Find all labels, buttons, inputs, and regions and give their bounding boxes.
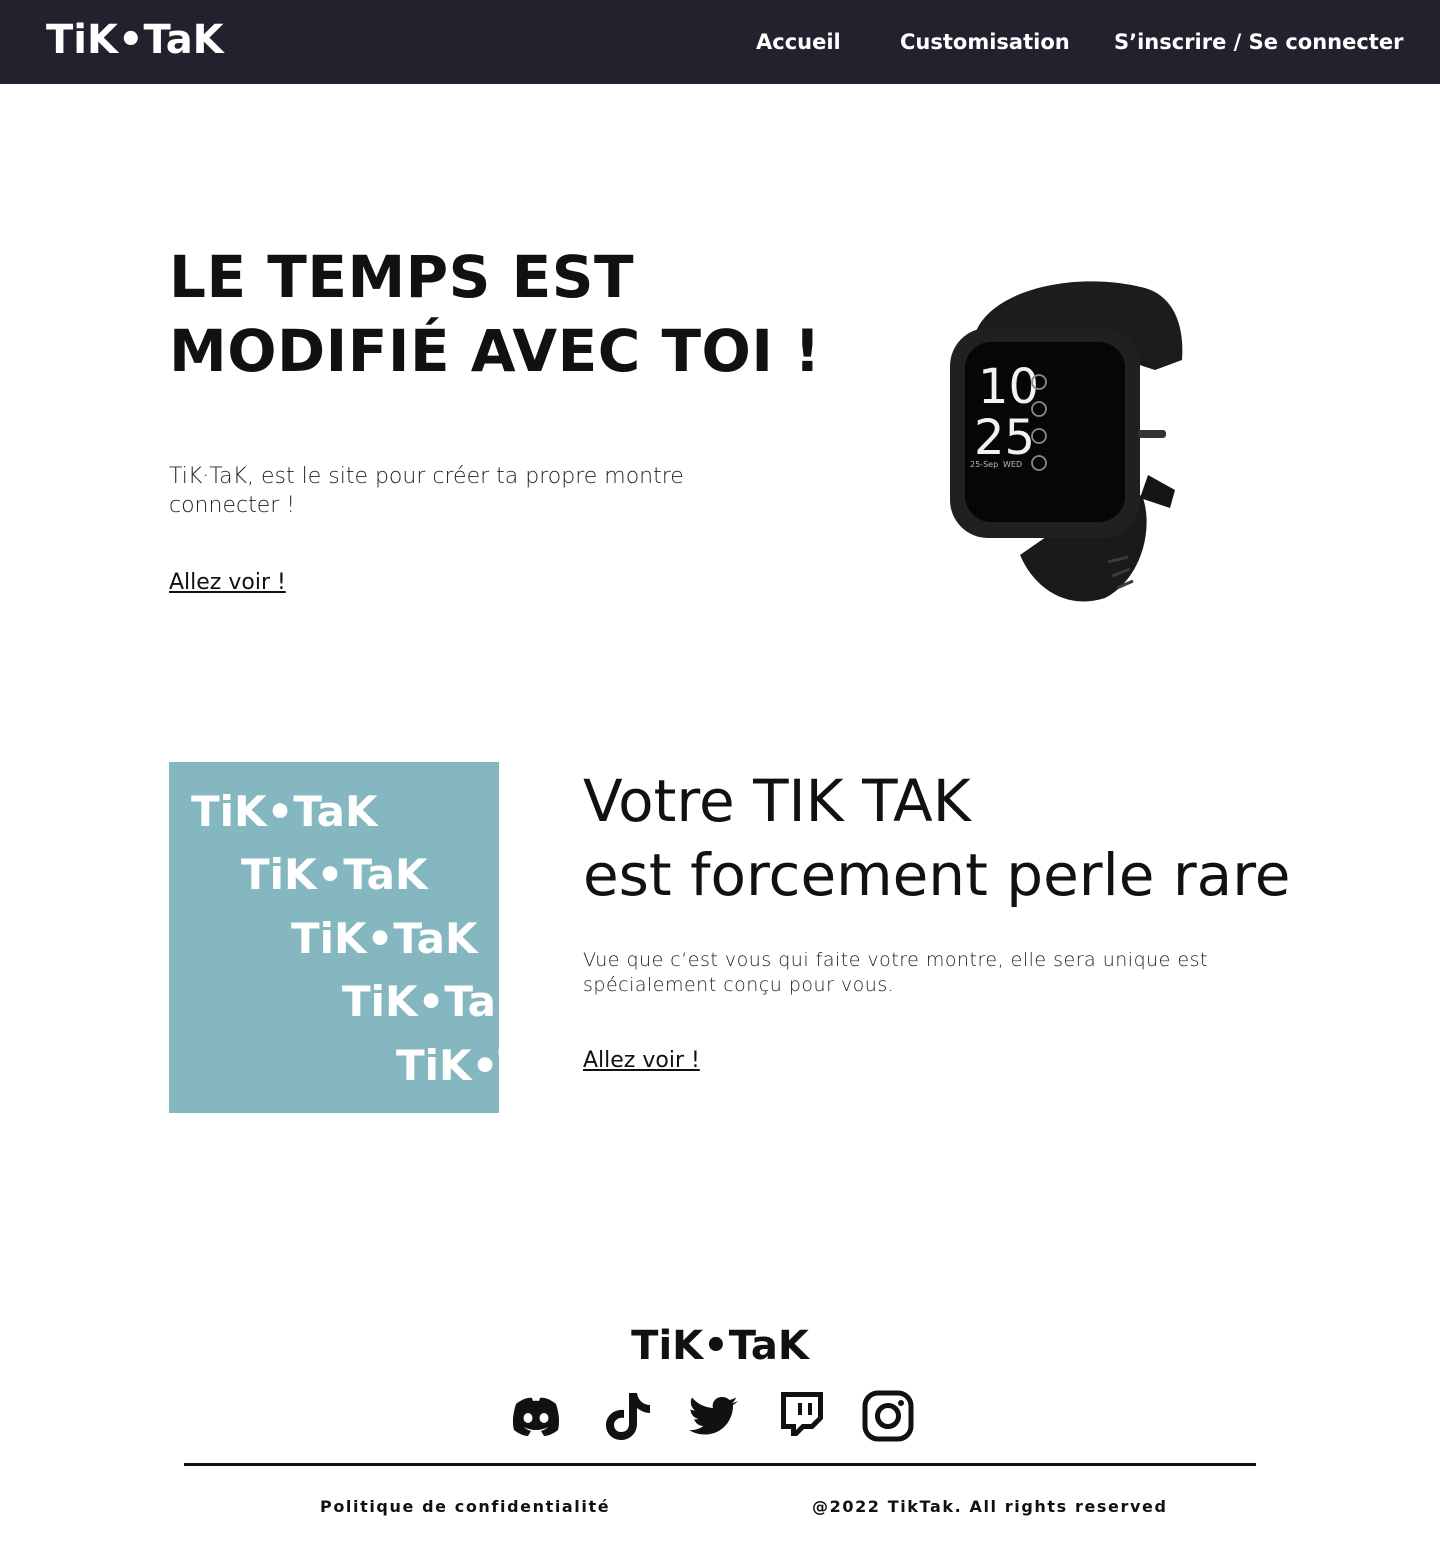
copyright-text: @2022 TikTak. All rights reserved (812, 1497, 1168, 1516)
nav-link-account[interactable]: S’inscrire / Se connecter (1114, 28, 1403, 56)
watch-date: 25-Sep (970, 460, 998, 469)
discord-icon[interactable] (508, 1388, 564, 1444)
section-description: Vue que c’est vous qui faite votre montr… (583, 949, 1208, 996)
pattern-word: TiK•TaK (291, 914, 478, 963)
social-links (508, 1388, 928, 1444)
site-logo[interactable]: TiK•TaK (46, 14, 224, 66)
hero-title: LE TEMPS EST MODIFIÉ AVEC TOI ! (169, 243, 822, 385)
pattern-word: TiK•TaK (241, 850, 428, 899)
footer-divider (184, 1463, 1256, 1466)
watch-button (1138, 430, 1166, 438)
strap-loop (1140, 475, 1175, 508)
hero-description: TiK·TaK, est le site pour créer ta propr… (169, 464, 684, 518)
twitch-icon[interactable] (774, 1388, 830, 1444)
privacy-policy-link[interactable]: Politique de confidentialité (320, 1496, 610, 1518)
watch-day: WED (1003, 460, 1022, 469)
nav-link-home[interactable]: Accueil (756, 28, 841, 56)
watch-minute: 25 (974, 410, 1035, 466)
hero-cta-link[interactable]: Allez voir ! (169, 568, 286, 598)
section-title-line-2: est forcement perle rare (583, 841, 1291, 909)
footer-logo[interactable]: TiK•TaK (0, 1320, 1440, 1372)
section-title-line-1: Votre TIK TAK (583, 767, 971, 835)
section-title: Votre TIK TAK est forcement perle rare (583, 764, 1383, 912)
pattern-word: TiK•TaK (396, 1041, 499, 1090)
tiktok-icon[interactable] (600, 1388, 656, 1444)
nav-link-customisation[interactable]: Customisation (900, 28, 1070, 56)
watch-hour: 10 (978, 359, 1039, 415)
site-header: TiK•TaK Accueil Customisation S’inscrire… (0, 0, 1440, 84)
twitter-icon[interactable] (686, 1388, 742, 1444)
instagram-icon[interactable] (860, 1388, 916, 1444)
tiktak-pattern-panel: TiK•TaK TiK•TaK TiK•TaK TiK•TaK TiK•TaK (169, 762, 499, 1113)
smartwatch-image: 10 25 25-Sep WED (950, 281, 1183, 602)
pattern-word: TiK•TaK (191, 787, 378, 836)
section-cta-link[interactable]: Allez voir ! (583, 1046, 700, 1076)
pattern-word: TiK•TaK (342, 977, 499, 1026)
